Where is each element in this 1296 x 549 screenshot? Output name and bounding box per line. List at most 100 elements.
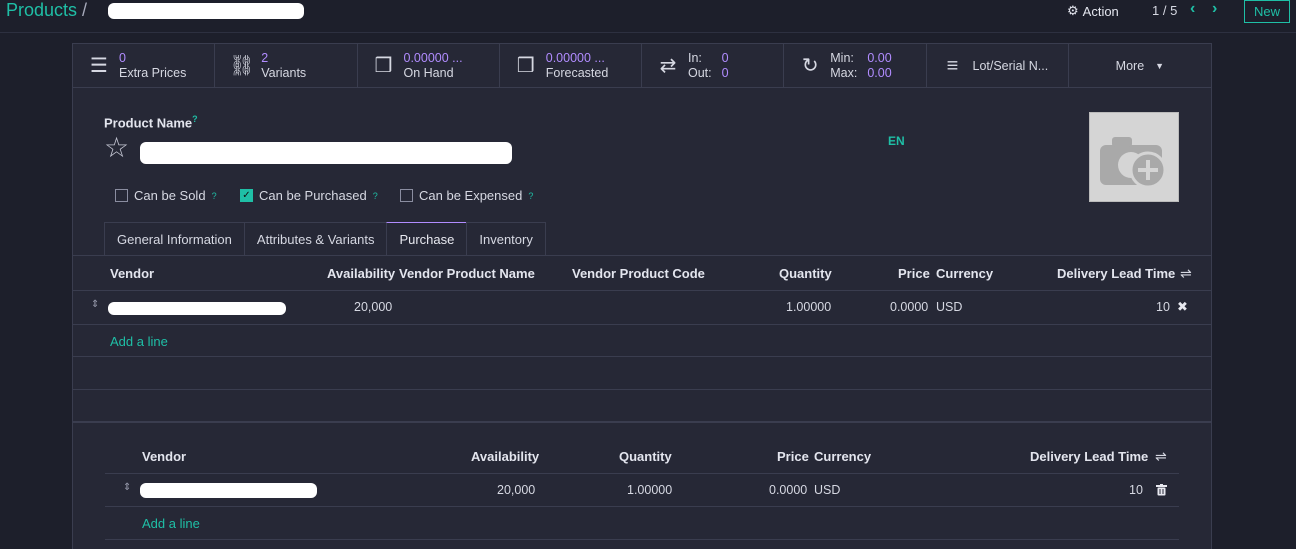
tab-inventory[interactable]: Inventory	[466, 222, 546, 256]
table-divider	[105, 539, 1179, 540]
caret-down-icon: ▼	[1155, 60, 1165, 71]
help-marker: ?	[192, 114, 198, 124]
table-divider	[73, 389, 1211, 390]
optional-columns-icon[interactable]: ⇌	[1180, 265, 1192, 282]
can-be-sold-checkbox[interactable]: Can be Sold?	[115, 188, 217, 203]
extra-prices-value: 0	[119, 51, 126, 65]
forecasted-button[interactable]: ❒ 0.00000 ... Forecasted	[500, 44, 642, 88]
table-divider	[105, 473, 1179, 474]
favorite-star-icon[interactable]: ☆	[104, 133, 129, 163]
checkbox-unchecked[interactable]	[115, 189, 128, 202]
col-delivery-lead-time[interactable]: Delivery Lead Time	[1057, 266, 1175, 281]
drag-handle-icon[interactable]: ⇕	[91, 299, 99, 310]
col-currency[interactable]: Currency	[936, 266, 993, 281]
vendor-name-redacted[interactable]	[108, 302, 286, 315]
col-currency[interactable]: Currency	[814, 449, 871, 464]
availability-value: 20,000	[497, 483, 536, 497]
sitemap-icon: ⛓	[229, 54, 255, 77]
min-label: Min:	[830, 51, 854, 65]
col-price[interactable]: Price	[777, 449, 809, 464]
list-icon: ☰	[90, 54, 108, 77]
vendor-name-redacted[interactable]	[140, 483, 317, 498]
redacted-record-name	[108, 3, 304, 19]
tab-purchase[interactable]: Purchase	[386, 222, 468, 256]
quantity-value: 1.00000	[627, 483, 673, 497]
breadcrumb-separator: /	[82, 0, 88, 20]
tab-general-information[interactable]: General Information	[104, 222, 245, 256]
max-label: Max:	[830, 66, 858, 80]
col-vendor-product-name[interactable]: Vendor Product Name	[399, 266, 535, 281]
breadcrumb-products-link[interactable]: Products	[6, 0, 77, 21]
cubes-icon: ❒	[516, 54, 535, 77]
table-divider	[73, 290, 1211, 291]
on-hand-label: On Hand	[403, 66, 454, 80]
product-image-upload[interactable]	[1089, 112, 1179, 202]
delete-line-icon[interactable]: ✖	[1177, 299, 1188, 315]
variants-label: Variants	[261, 66, 307, 80]
on-hand-value: 0.00000 ...	[403, 51, 463, 65]
lead-time-value: 10	[1129, 483, 1143, 497]
on-hand-button[interactable]: ❒ 0.00000 ... On Hand	[358, 44, 500, 88]
in-out-button[interactable]: ⇄ In: 0 Out: 0	[642, 44, 785, 88]
col-quantity[interactable]: Quantity	[779, 266, 832, 281]
col-vendor[interactable]: Vendor	[142, 449, 186, 464]
variants-button[interactable]: ⛓ 2 Variants	[215, 44, 358, 88]
gear-icon: ⚙	[1067, 3, 1079, 18]
camera-plus-icon	[1100, 137, 1167, 189]
availability-value: 20,000	[354, 300, 393, 314]
refresh-icon: ↻	[801, 54, 819, 77]
col-vendor[interactable]: Vendor	[110, 266, 154, 281]
table-divider	[105, 506, 1179, 507]
optional-columns-icon[interactable]: ⇌	[1155, 448, 1167, 465]
cubes-icon: ❒	[374, 54, 393, 77]
can-be-expensed-checkbox[interactable]: Can be Expensed?	[400, 188, 533, 203]
action-menu-button[interactable]: ⚙ Action	[1067, 3, 1119, 19]
table-divider	[73, 324, 1211, 325]
currency-value: USD	[814, 483, 841, 497]
col-vendor-product-code[interactable]: Vendor Product Code	[572, 266, 705, 281]
new-button[interactable]: New	[1244, 0, 1290, 23]
col-delivery-lead-time[interactable]: Delivery Lead Time	[1030, 449, 1148, 464]
in-label: In:	[688, 51, 702, 65]
out-value: 0	[721, 66, 729, 80]
trash-icon[interactable]	[1156, 484, 1167, 496]
lead-time-value: 10	[1156, 300, 1170, 314]
action-label: Action	[1082, 3, 1119, 19]
tab-attributes-variants[interactable]: Attributes & Variants	[243, 222, 388, 256]
product-name-field[interactable]	[140, 142, 512, 164]
more-label: More	[1115, 58, 1145, 73]
extra-prices-label: Extra Prices	[119, 66, 187, 80]
forecasted-value: 0.00000 ...	[545, 51, 605, 65]
more-button[interactable]: More ▼	[1069, 44, 1211, 88]
min-max-button[interactable]: ↻ Min: 0.00 Max: 0.00	[784, 44, 927, 88]
language-button[interactable]: EN	[888, 134, 905, 148]
pager-value[interactable]: 1 / 5	[1152, 3, 1177, 18]
bars-icon: ≡	[946, 54, 959, 77]
forecasted-label: Forecasted	[545, 66, 609, 80]
price-value: 0.0000	[769, 483, 808, 497]
tab-divider	[73, 255, 1211, 256]
can-be-purchased-checkbox[interactable]: ✓ Can be Purchased?	[240, 188, 378, 203]
variants-value: 2	[261, 51, 269, 65]
in-value: 0	[721, 51, 729, 65]
lot-serial-label: Lot/Serial N...	[972, 58, 1049, 73]
product-name-label: Product Name?	[104, 114, 198, 131]
checkbox-unchecked[interactable]	[400, 189, 413, 202]
extra-prices-button[interactable]: ☰ 0 Extra Prices	[73, 44, 216, 88]
add-a-line-link[interactable]: Add a line	[142, 516, 200, 531]
col-quantity[interactable]: Quantity	[619, 449, 672, 464]
drag-handle-icon[interactable]: ⇕	[123, 482, 131, 493]
lot-serial-button[interactable]: ≡ Lot/Serial N...	[927, 44, 1069, 88]
out-label: Out:	[688, 66, 712, 80]
col-availability[interactable]: Availability	[471, 449, 539, 464]
min-value: 0.00	[867, 51, 892, 65]
section-divider	[73, 421, 1211, 423]
checkbox-checked[interactable]: ✓	[240, 189, 253, 202]
add-a-line-link[interactable]: Add a line	[110, 334, 168, 349]
smart-button-box: ☰ 0 Extra Prices ⛓ 2 Variants ❒ 0.00000 ..…	[73, 44, 1211, 88]
pager-previous-button[interactable]: ‹	[1190, 0, 1195, 18]
col-availability[interactable]: Availability	[327, 266, 395, 281]
col-price[interactable]: Price	[898, 266, 930, 281]
max-value: 0.00	[867, 66, 892, 80]
pager-next-button[interactable]: ›	[1212, 0, 1217, 18]
